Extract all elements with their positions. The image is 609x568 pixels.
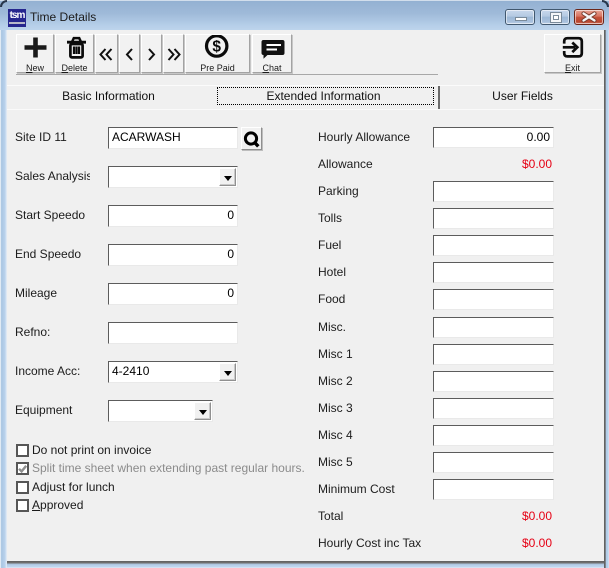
svg-text:$: $ — [212, 39, 221, 56]
